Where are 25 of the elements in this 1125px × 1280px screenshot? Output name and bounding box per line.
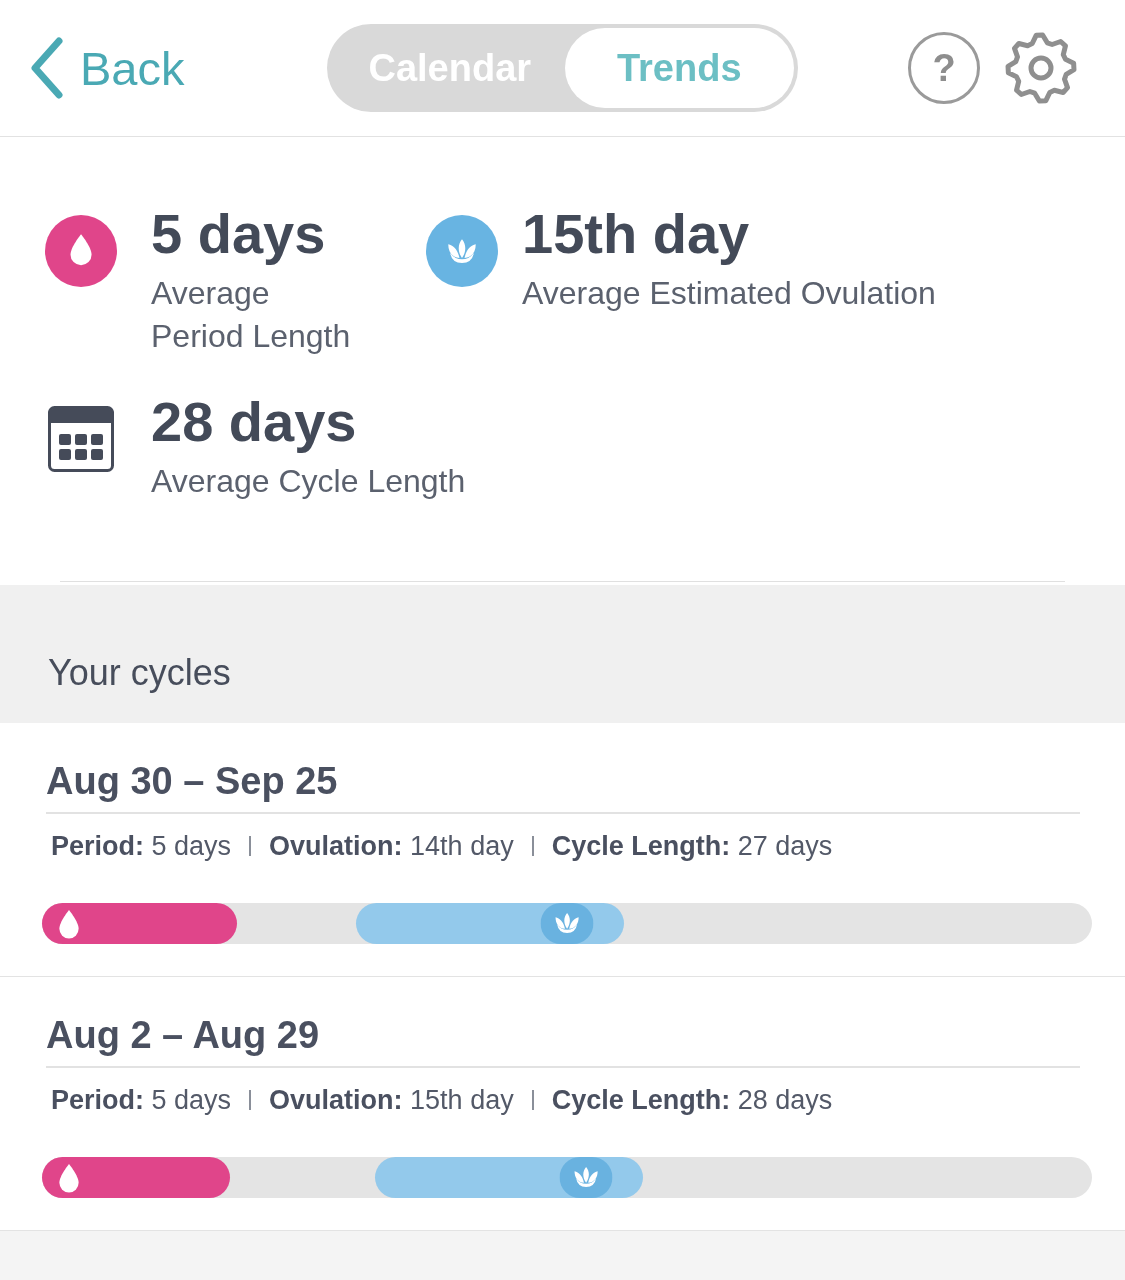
- tab[interactable]: Trends: [564, 28, 794, 108]
- cycle-detail: Ovulation: 15th day: [269, 1084, 514, 1116]
- summary-value: 28 days: [151, 389, 358, 455]
- summary-value: 5 days: [151, 201, 327, 267]
- drop-icon: [56, 908, 82, 939]
- cycle-detail: Period: 5 days: [51, 830, 232, 862]
- cycle-detail: Cycle Length: 27 days: [551, 830, 833, 862]
- cycle-date-range: Aug 30 – Sep 25: [46, 758, 1080, 814]
- calendar-icon: [45, 403, 117, 475]
- summary-value: 15th day: [522, 201, 751, 267]
- drop-icon: [56, 1162, 82, 1193]
- summary-label: Average Cycle Length: [151, 462, 466, 501]
- cycle-date-range: Aug 2 – Aug 29: [46, 1012, 1080, 1068]
- cycle-detail: Cycle Length: 28 days: [551, 1084, 833, 1116]
- section-heading: Your cycles: [48, 651, 231, 695]
- drop-icon: [45, 215, 117, 287]
- settings-icon[interactable]: [1005, 32, 1077, 104]
- chevron-left-icon: [28, 37, 64, 99]
- summary-label: Average Period Length: [151, 274, 352, 356]
- cycle-detail: Ovulation: 14th day: [269, 830, 514, 862]
- back-button[interactable]: Back: [28, 37, 185, 99]
- lotus-icon: [426, 215, 498, 287]
- cycle-detail: Period: 5 days: [51, 1084, 232, 1116]
- help-button[interactable]: ?: [908, 32, 980, 104]
- summary-label: Average Estimated Ovulation: [522, 274, 936, 313]
